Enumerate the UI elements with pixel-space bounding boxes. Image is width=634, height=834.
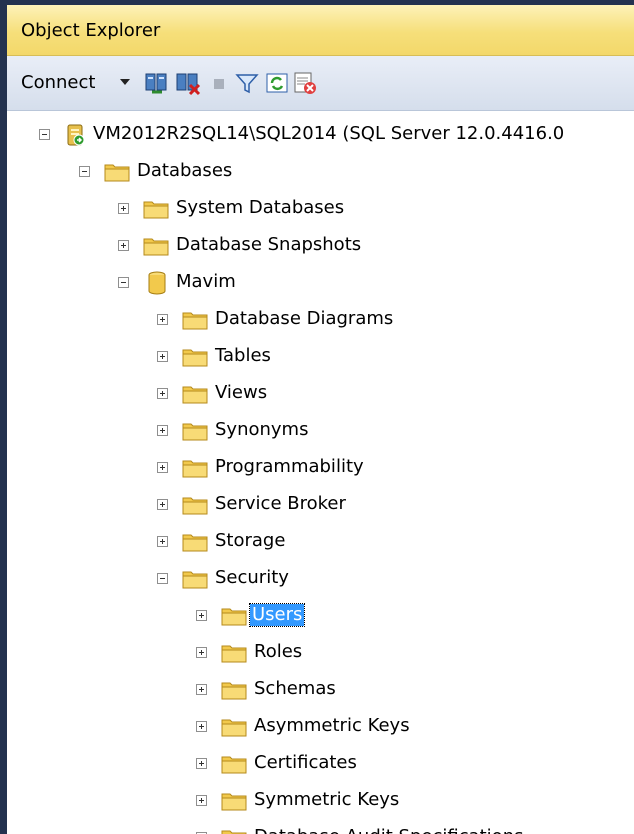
expand-toggle[interactable] (157, 499, 168, 510)
folder-icon (221, 719, 247, 737)
folder-icon (221, 645, 247, 663)
tree-node-storage[interactable]: Storage (7, 527, 634, 557)
views-label: Views (215, 382, 268, 403)
databases-label: Databases (137, 160, 233, 181)
tree-node-mavim[interactable]: Mavim (7, 268, 634, 298)
object-tree: VM2012R2SQL14\SQL2014 (SQL Server 12.0.4… (7, 112, 634, 834)
certificates-label: Certificates (254, 752, 357, 773)
folder-icon (143, 238, 169, 256)
stop-icon[interactable] (206, 70, 232, 96)
tree-node-users[interactable]: Users (7, 601, 634, 631)
synonyms-label: Synonyms (215, 419, 309, 440)
expand-toggle[interactable] (196, 647, 207, 658)
mavim-label: Mavim (176, 271, 236, 292)
expand-toggle[interactable] (196, 795, 207, 806)
folder-icon (143, 201, 169, 219)
server-icon (67, 124, 85, 146)
expand-toggle[interactable] (157, 351, 168, 362)
activity-monitor-icon[interactable] (292, 70, 318, 96)
filter-icon[interactable] (234, 70, 260, 96)
tree-node-programmability[interactable]: Programmability (7, 453, 634, 483)
expand-toggle[interactable] (196, 610, 207, 621)
tables-label: Tables (215, 345, 271, 366)
folder-icon (182, 349, 208, 367)
connect-server-icon[interactable] (144, 70, 170, 96)
tree-node-service-broker[interactable]: Service Broker (7, 490, 634, 520)
database-audit-specifications-label: Database Audit Specifications (252, 826, 525, 834)
tree-node-certificates[interactable]: Certificates (7, 749, 634, 779)
storage-label: Storage (215, 530, 286, 551)
expand-toggle[interactable] (118, 203, 129, 214)
refresh-icon[interactable] (264, 70, 290, 96)
system-databases-label: System Databases (176, 197, 345, 218)
database-snapshots-label: Database Snapshots (176, 234, 362, 255)
tree-node-databases[interactable]: Databases (7, 157, 634, 187)
tree-node-synonyms[interactable]: Synonyms (7, 416, 634, 446)
folder-icon (182, 423, 208, 441)
tree-node-roles[interactable]: Roles (7, 638, 634, 668)
tree-node-security[interactable]: Security (7, 564, 634, 594)
users-label: Users (248, 603, 306, 627)
toolbar: Connect (7, 56, 634, 111)
security-label: Security (215, 567, 289, 588)
folder-icon (221, 793, 247, 811)
schemas-label: Schemas (254, 678, 336, 699)
folder-icon (182, 534, 208, 552)
tree-node-server[interactable]: VM2012R2SQL14\SQL2014 (SQL Server 12.0.4… (7, 120, 634, 150)
asymmetric-keys-label: Asymmetric Keys (254, 715, 410, 736)
folder-icon (182, 460, 208, 478)
panel-title-bar[interactable]: Object Explorer (7, 5, 634, 56)
programmability-label: Programmability (215, 456, 364, 477)
folder-icon (221, 682, 247, 700)
database-diagrams-label: Database Diagrams (215, 308, 394, 329)
collapse-toggle[interactable] (157, 573, 168, 584)
expand-toggle[interactable] (157, 425, 168, 436)
disconnect-server-icon[interactable] (175, 70, 201, 96)
tree-node-tables[interactable]: Tables (7, 342, 634, 372)
expand-toggle[interactable] (196, 721, 207, 732)
tree-node-asymmetric-keys[interactable]: Asymmetric Keys (7, 712, 634, 742)
expand-toggle[interactable] (196, 684, 207, 695)
folder-icon (182, 386, 208, 404)
connect-button[interactable]: Connect (21, 72, 95, 93)
symmetric-keys-label: Symmetric Keys (254, 789, 400, 810)
tree-node-system-databases[interactable]: System Databases (7, 194, 634, 224)
server-label: VM2012R2SQL14\SQL2014 (SQL Server 12.0.4… (93, 123, 565, 144)
tree-node-schemas[interactable]: Schemas (7, 675, 634, 705)
folder-icon (221, 756, 247, 774)
expand-toggle[interactable] (157, 536, 168, 547)
folder-icon (182, 312, 208, 330)
expand-toggle[interactable] (157, 462, 168, 473)
database-icon (148, 271, 166, 295)
expand-toggle[interactable] (196, 758, 207, 769)
object-explorer-panel: Object Explorer Connect VM2012R2SQL14\SQ… (7, 5, 634, 834)
panel-title: Object Explorer (21, 20, 161, 41)
tree-node-symmetric-keys[interactable]: Symmetric Keys (7, 786, 634, 816)
expand-toggle[interactable] (157, 388, 168, 399)
folder-icon (182, 571, 208, 589)
collapse-toggle[interactable] (118, 277, 129, 288)
folder-icon (221, 608, 247, 626)
roles-label: Roles (254, 641, 303, 662)
tree-node-views[interactable]: Views (7, 379, 634, 409)
tree-node-database-snapshots[interactable]: Database Snapshots (7, 231, 634, 261)
collapse-toggle[interactable] (39, 129, 50, 140)
expand-toggle[interactable] (118, 240, 129, 251)
collapse-toggle[interactable] (79, 166, 90, 177)
expand-toggle[interactable] (157, 314, 168, 325)
folder-icon (104, 164, 130, 182)
tree-node-database-audit-specifications[interactable]: Database Audit Specifications (7, 823, 634, 834)
folder-icon (221, 830, 247, 834)
service-broker-label: Service Broker (215, 493, 346, 514)
folder-icon (182, 497, 208, 515)
connect-dropdown-icon[interactable] (120, 79, 130, 85)
tree-node-database-diagrams[interactable]: Database Diagrams (7, 305, 634, 335)
